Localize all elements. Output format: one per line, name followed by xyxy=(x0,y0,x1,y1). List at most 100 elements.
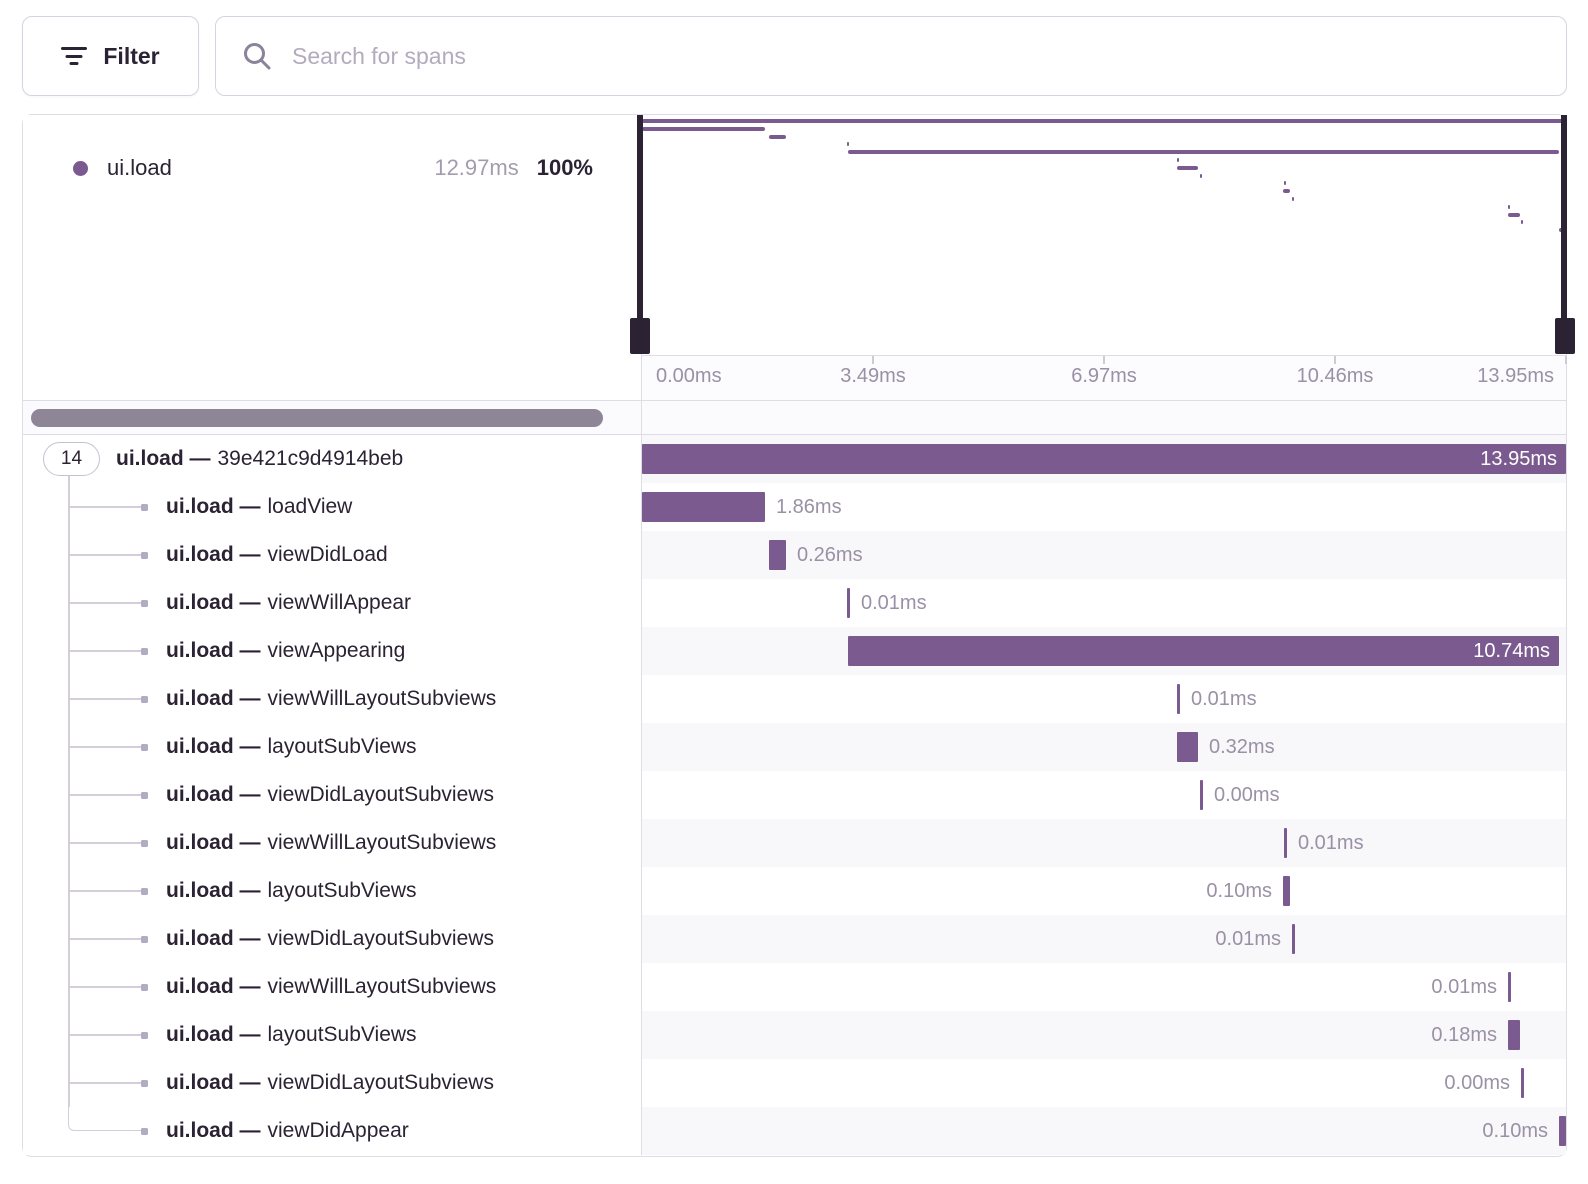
span-tree-cell: ui.load —loadView xyxy=(23,483,642,531)
span-row[interactable]: ui.load —viewWillLayoutSubviews0.01ms xyxy=(23,819,1566,867)
span-label: ui.load —layoutSubViews xyxy=(166,867,417,915)
tree-connector-dot xyxy=(141,792,148,799)
span-bar[interactable] xyxy=(769,540,786,570)
span-bar[interactable] xyxy=(1200,780,1203,810)
span-bar[interactable] xyxy=(1283,876,1290,906)
filter-icon xyxy=(61,46,87,66)
minimap-span-line xyxy=(847,142,849,146)
tree-connector-branch xyxy=(68,602,145,604)
minimap-span-line xyxy=(1283,189,1290,193)
span-bar[interactable] xyxy=(847,588,850,618)
span-label: ui.load —viewDidLoad xyxy=(166,531,388,579)
minimap-span-line xyxy=(1284,181,1286,185)
filter-button-label: Filter xyxy=(103,43,159,70)
span-row[interactable]: ui.load —viewWillLayoutSubviews0.01ms xyxy=(23,675,1566,723)
tree-connector-branch xyxy=(68,986,145,988)
span-bar-cell: 0.00ms xyxy=(642,1059,1566,1107)
span-label: ui.load —39e421c9d4914beb xyxy=(116,435,403,483)
span-row[interactable]: ui.load —viewDidLayoutSubviews0.00ms xyxy=(23,771,1566,819)
span-bar[interactable] xyxy=(1559,1116,1566,1146)
span-row[interactable]: ui.load —viewDidLoad0.26ms xyxy=(23,531,1566,579)
tree-scrollbar-track[interactable] xyxy=(23,401,642,434)
span-op: ui.load — xyxy=(166,975,261,999)
minimap-right-handle[interactable] xyxy=(1555,318,1575,354)
span-bar[interactable] xyxy=(1508,1020,1520,1050)
filter-button[interactable]: Filter xyxy=(22,16,199,96)
tree-connector-branch xyxy=(68,698,145,700)
span-tree-cell: ui.load —viewWillLayoutSubviews xyxy=(23,819,642,867)
span-op: ui.load — xyxy=(166,735,261,759)
tree-connector-branch xyxy=(68,842,145,844)
span-duration-label: 0.01ms xyxy=(1431,963,1497,1011)
span-row[interactable]: ui.load —viewDidLayoutSubviews0.01ms xyxy=(23,915,1566,963)
minimap-span-line xyxy=(1292,197,1294,201)
span-tree-cell: ui.load —viewDidLayoutSubviews xyxy=(23,1059,642,1107)
span-duration-label: 10.74ms xyxy=(1473,636,1559,666)
span-label: ui.load —viewAppearing xyxy=(166,627,405,675)
span-bar[interactable] xyxy=(1508,972,1511,1002)
span-bar-cell: 0.01ms xyxy=(642,675,1566,723)
span-description: layoutSubViews xyxy=(268,735,417,759)
span-label: ui.load —viewDidLayoutSubviews xyxy=(166,1059,494,1107)
span-description: viewWillAppear xyxy=(268,591,412,615)
span-row[interactable]: ui.load —viewDidLayoutSubviews 0.00ms xyxy=(23,1059,1566,1107)
span-label: ui.load —viewDidLayoutSubviews xyxy=(166,771,494,819)
span-op: ui.load — xyxy=(166,1023,261,1047)
minimap-span-line xyxy=(1508,213,1520,217)
op-duration: 12.97ms xyxy=(434,155,518,181)
scrollbar-thumb[interactable] xyxy=(31,409,603,427)
minimap-span-line xyxy=(642,127,765,131)
trace-minimap[interactable]: 0.00ms3.49ms6.97ms10.46ms13.95ms xyxy=(642,115,1566,400)
span-bar[interactable] xyxy=(1177,684,1180,714)
span-row[interactable]: ui.load —layoutSubViews 0.10ms xyxy=(23,867,1566,915)
tree-connector-branch xyxy=(68,746,145,748)
span-duration-label: 1.86ms xyxy=(776,483,842,531)
span-duration-label: 0.10ms xyxy=(1482,1107,1548,1155)
span-op: ui.load — xyxy=(166,783,261,807)
tree-connector-dot xyxy=(141,1080,148,1087)
minimap-spans[interactable] xyxy=(642,115,1566,355)
span-tree-rows: 14 ui.load —39e421c9d4914beb 13.95ms ui.loa… xyxy=(23,435,1566,1155)
span-row[interactable]: ui.load —loadView 1.86ms xyxy=(23,483,1566,531)
span-op: ui.load — xyxy=(166,1071,261,1095)
search-input[interactable] xyxy=(290,42,1566,71)
span-row[interactable]: ui.load —viewWillAppear0.01ms xyxy=(23,579,1566,627)
axis-tick-label: 3.49ms xyxy=(840,365,906,388)
span-label: ui.load — viewWillAppear xyxy=(166,579,411,627)
span-row[interactable]: ui.load —viewAppearing 10.74ms xyxy=(23,627,1566,675)
span-row[interactable]: ui.load —viewDidAppear0.10ms xyxy=(23,1107,1566,1155)
span-op: ui.load — xyxy=(166,927,261,951)
span-duration-label: 0.10ms xyxy=(1206,867,1272,915)
tree-connector-dot xyxy=(141,888,148,895)
span-bar[interactable] xyxy=(1292,924,1295,954)
span-duration-label: 0.01ms xyxy=(1215,915,1281,963)
minimap-left-handle[interactable] xyxy=(630,318,650,354)
tree-connector-branch xyxy=(68,1034,145,1036)
span-tree-cell: ui.load — layoutSubViews xyxy=(23,1011,642,1059)
tree-connector-branch xyxy=(68,506,145,508)
span-bar[interactable] xyxy=(1177,732,1198,762)
span-op: ui.load — xyxy=(166,591,261,615)
span-row[interactable]: 14 ui.load —39e421c9d4914beb 13.95ms xyxy=(23,435,1566,483)
minimap-left-handle-line[interactable] xyxy=(637,115,643,319)
tree-connector-stub xyxy=(68,475,70,483)
span-row[interactable]: ui.load —layoutSubViews0.32ms xyxy=(23,723,1566,771)
span-description: viewDidAppear xyxy=(268,1119,409,1143)
span-row[interactable]: ui.load —layoutSubViews0.18ms xyxy=(23,1011,1566,1059)
axis-tick-mark xyxy=(1565,356,1567,364)
span-bar[interactable]: 10.74ms xyxy=(848,636,1559,666)
span-row[interactable]: ui.load —viewWillLayoutSubviews0.01ms xyxy=(23,963,1566,1011)
span-op: ui.load — xyxy=(166,639,261,663)
minimap-span-line xyxy=(769,135,786,139)
span-bar[interactable] xyxy=(1521,1068,1524,1098)
span-bar[interactable]: 13.95ms xyxy=(642,444,1566,474)
span-count-badge[interactable]: 14 xyxy=(43,442,100,476)
minimap-right-handle-line[interactable] xyxy=(1561,115,1567,319)
span-label: ui.load —loadView xyxy=(166,483,352,531)
span-description: layoutSubViews xyxy=(268,1023,417,1047)
span-bar-cell: 0.01ms xyxy=(642,819,1566,867)
span-bar-cell: 0.10ms xyxy=(642,1107,1566,1155)
span-bar[interactable] xyxy=(1284,828,1287,858)
span-bar[interactable] xyxy=(642,492,765,522)
search-box[interactable] xyxy=(215,16,1567,96)
